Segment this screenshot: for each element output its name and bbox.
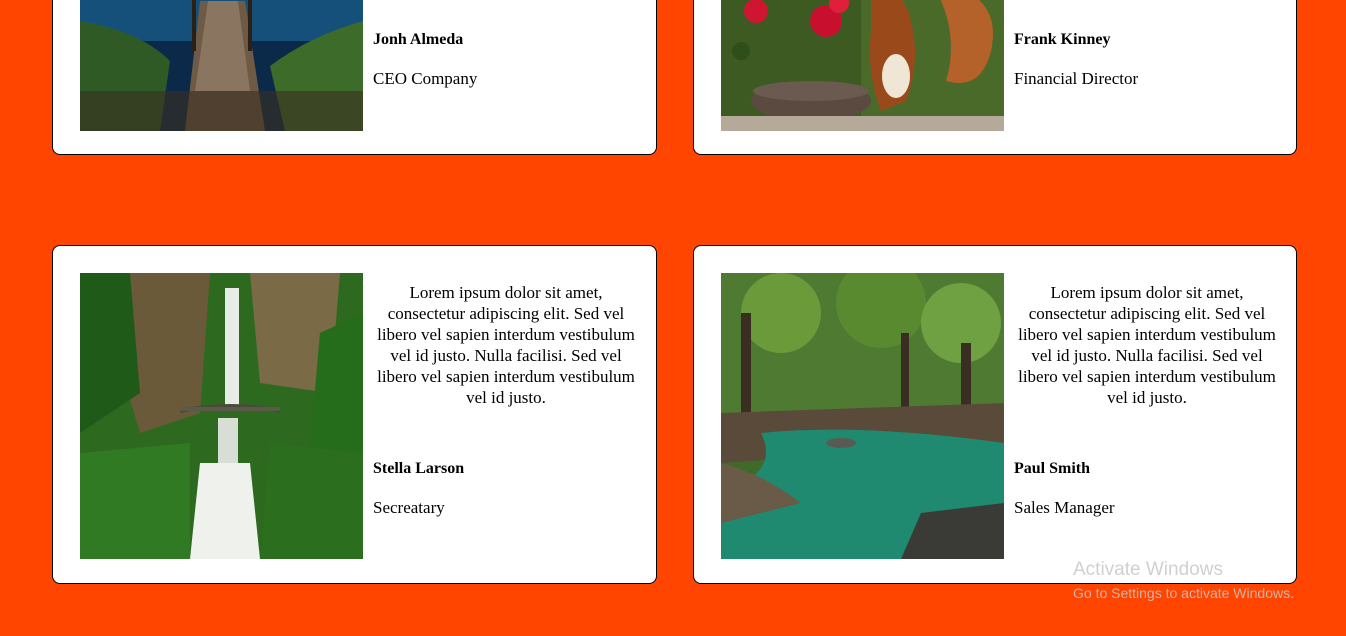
person-name: Jonh Almeda [373, 31, 464, 48]
person-role: Secreatary [373, 498, 445, 517]
person-name: Frank Kinney [1014, 31, 1111, 48]
person-role: CEO Company [373, 69, 478, 88]
testimonial-card: Jonh Almeda CEO Company [52, 0, 657, 155]
testimonial-card: Lorem ipsum dolor sit amet, consectetur … [52, 245, 657, 584]
forest-river-photo [721, 273, 1004, 559]
person-role: Financial Director [1014, 69, 1139, 88]
person-role: Sales Manager [1014, 498, 1115, 517]
testimonial-card: Frank Kinney Financial Director [693, 0, 1297, 155]
testimonial-quote: Lorem ipsum dolor sit amet, consectetur … [1018, 283, 1276, 407]
testimonial-card: Lorem ipsum dolor sit amet, consectetur … [693, 245, 1297, 584]
watermark-title: Activate Windows [1073, 559, 1223, 580]
testimonial-quote: Lorem ipsum dolor sit amet, consectetur … [377, 283, 635, 407]
person-name: Paul Smith [1014, 460, 1091, 477]
lake-pier-photo [80, 0, 363, 131]
waterfall-photo [80, 273, 363, 559]
person-name: Stella Larson [373, 460, 465, 477]
squirrel-flowers-photo [721, 0, 1004, 131]
windows-activation-watermark: Activate Windows Go to Settings to activ… [1073, 559, 1294, 603]
watermark-subtitle: Go to Settings to activate Windows. [1073, 585, 1294, 601]
